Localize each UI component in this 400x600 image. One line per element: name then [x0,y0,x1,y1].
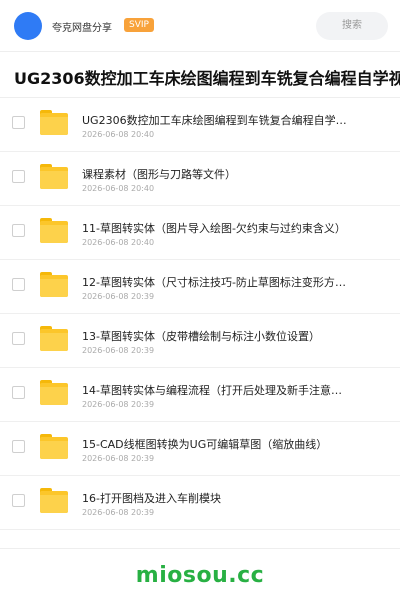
checkbox[interactable] [12,278,25,291]
folder-icon [40,380,68,405]
watermark-text: miosou.cc [135,563,265,588]
list-item[interactable]: 14-草图转实体与编程流程（打开后处理及新手注意点） 2026-06-08 20… [0,368,400,422]
item-date: 2026-06-08 20:39 [82,400,155,409]
item-date: 2026-06-08 20:39 [82,508,155,517]
item-date: 2026-06-08 20:39 [82,292,155,301]
item-name[interactable]: 13-草图转实体（皮带槽绘制与标注小数位设置） [82,328,350,344]
checkbox[interactable] [12,116,25,129]
title-bar: UG2306数控加工车床绘图编程到车铣复合编程自学视频教程 [0,52,400,98]
folder-icon [40,164,68,189]
list-item[interactable]: 15-CAD线框图转换为UG可编辑草图（缩放曲线） 2026-06-08 20:… [0,422,400,476]
file-list: UG2306数控加工车床绘图编程到车铣复合编程自学视频教程 2026-06-08… [0,98,400,530]
list-item[interactable]: 课程素材（图形与刀路等文件） 2026-06-08 20:40 [0,152,400,206]
folder-icon [40,272,68,297]
list-item[interactable]: 13-草图转实体（皮带槽绘制与标注小数位设置） 2026-06-08 20:39 [0,314,400,368]
item-name[interactable]: 15-CAD线框图转换为UG可编辑草图（缩放曲线） [82,436,350,452]
app-name: 夸克网盘分享 [52,23,112,34]
checkbox[interactable] [12,494,25,507]
folder-icon [40,488,68,513]
item-date: 2026-06-08 20:39 [82,454,155,463]
checkbox[interactable] [12,386,25,399]
list-item[interactable]: 11-草图转实体（图片导入绘图-欠约束与过约束含义） 2026-06-08 20… [0,206,400,260]
header-bar: 夸克网盘分享 SVIP 搜索 [0,0,400,52]
avatar[interactable] [14,12,42,40]
folder-icon [40,218,68,243]
item-date: 2026-06-08 20:40 [82,238,155,247]
item-name[interactable]: 11-草图转实体（图片导入绘图-欠约束与过约束含义） [82,220,350,236]
item-name[interactable]: 12-草图转实体（尺寸标注技巧-防止草图标注变形方法） [82,274,350,290]
item-name[interactable]: UG2306数控加工车床绘图编程到车铣复合编程自学视频教程 [82,112,350,128]
item-date: 2026-06-08 20:40 [82,184,155,193]
checkbox[interactable] [12,170,25,183]
search-button[interactable]: 搜索 [316,12,388,40]
item-name[interactable]: 课程素材（图形与刀路等文件） [82,166,350,182]
list-item[interactable]: 16-打开图档及进入车削模块 2026-06-08 20:39 [0,476,400,530]
checkbox[interactable] [12,440,25,453]
svip-badge: SVIP [124,18,154,32]
folder-icon [40,326,68,351]
item-name[interactable]: 14-草图转实体与编程流程（打开后处理及新手注意点） [82,382,350,398]
list-item[interactable]: UG2306数控加工车床绘图编程到车铣复合编程自学视频教程 2026-06-08… [0,98,400,152]
item-name[interactable]: 16-打开图档及进入车削模块 [82,490,350,506]
folder-icon [40,110,68,135]
checkbox[interactable] [12,224,25,237]
checkbox[interactable] [12,332,25,345]
folder-icon [40,434,68,459]
item-date: 2026-06-08 20:40 [82,130,155,139]
list-item[interactable]: 12-草图转实体（尺寸标注技巧-防止草图标注变形方法） 2026-06-08 2… [0,260,400,314]
item-date: 2026-06-08 20:39 [82,346,155,355]
page-title: UG2306数控加工车床绘图编程到车铣复合编程自学视频教程 [14,69,400,88]
footer: miosou.cc [0,548,400,600]
